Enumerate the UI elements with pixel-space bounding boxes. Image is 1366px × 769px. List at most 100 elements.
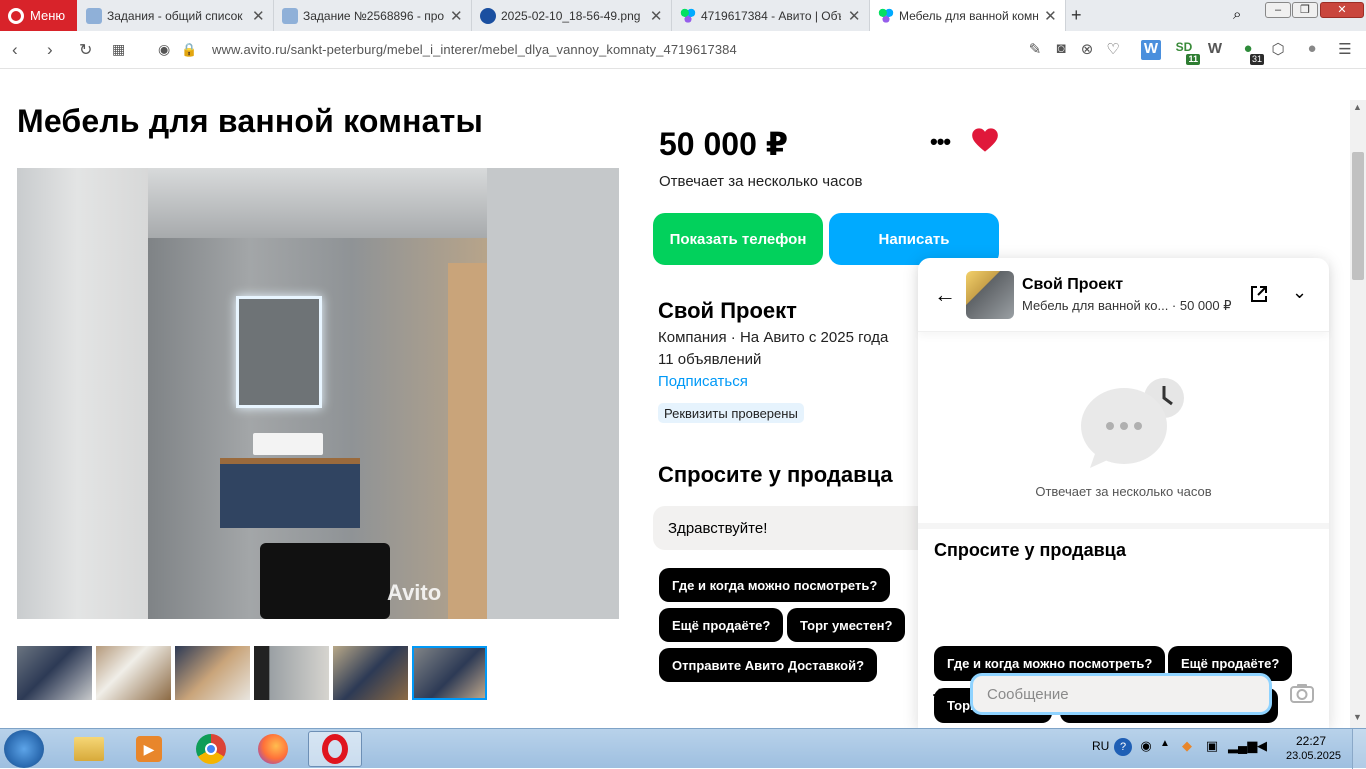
- chat-item-info: Мебель для ванной ко... · 50 000 ₽: [1022, 298, 1232, 313]
- favorite-heart-icon[interactable]: [971, 127, 999, 153]
- language-indicator[interactable]: RU: [1092, 739, 1109, 753]
- photo-thumbnail[interactable]: [254, 646, 329, 700]
- new-tab-button[interactable]: +: [1071, 5, 1082, 26]
- back-arrow-icon[interactable]: ←: [934, 282, 956, 308]
- back-icon[interactable]: ‹: [12, 40, 18, 60]
- calendar-icon[interactable]: ● 31: [1238, 40, 1264, 65]
- clock-date[interactable]: 23.05.2025: [1286, 750, 1341, 762]
- adblock-icon[interactable]: ⊗: [1077, 40, 1097, 60]
- message-input[interactable]: Здравствуйте!: [653, 506, 933, 550]
- url-field[interactable]: www.avito.ru/sankt-peterburg/mebel_i_int…: [212, 42, 737, 57]
- sp-favicon-icon: [86, 7, 102, 24]
- start-button[interactable]: [4, 730, 44, 768]
- media-icon: ▶: [136, 736, 162, 762]
- tab-grid-icon[interactable]: ▦: [112, 41, 125, 58]
- tab-close-icon[interactable]: ✕: [252, 7, 265, 25]
- minimize-button[interactable]: –: [1265, 2, 1291, 18]
- quick-question-chip[interactable]: Где и когда можно посмотреть?: [659, 568, 891, 602]
- seller-ads-count[interactable]: 11 объявлений: [658, 351, 761, 368]
- main-photo[interactable]: Avito: [17, 168, 619, 619]
- page-scrollbar[interactable]: ▲ ▼: [1350, 100, 1366, 728]
- avito-watermark: Avito: [387, 580, 442, 605]
- scroll-up-icon[interactable]: ▲: [1353, 102, 1362, 112]
- response-time: Отвечает за несколько часов: [659, 173, 863, 190]
- seller-meta: Компания · На Авито с 2025 года: [658, 329, 889, 346]
- tab-close-icon[interactable]: ✕: [649, 7, 663, 25]
- maximize-button[interactable]: ❐: [1292, 2, 1318, 18]
- help-icon[interactable]: ?: [1114, 738, 1132, 756]
- photo-thumbnail[interactable]: [175, 646, 250, 700]
- chat-widget: ← Свой Проект Мебель для ванной ко... · …: [918, 258, 1329, 728]
- subscribe-link[interactable]: Подписаться: [658, 373, 748, 390]
- opera-taskbar-icon[interactable]: [308, 731, 362, 767]
- forward-icon[interactable]: ›: [47, 40, 53, 60]
- chat-ask-title: Спросите у продавца: [934, 540, 1126, 560]
- easy-setup-icon[interactable]: ☰: [1335, 40, 1355, 60]
- chrome-taskbar-icon[interactable]: [184, 731, 238, 767]
- avito-favicon-icon: [680, 7, 696, 24]
- explorer-taskbar-icon[interactable]: [62, 731, 116, 767]
- location-icon[interactable]: ◉: [158, 41, 170, 58]
- tab-task-2568896[interactable]: Задание №2568896 - прос ✕: [274, 0, 472, 31]
- attach-plus-icon[interactable]: +: [932, 680, 947, 711]
- cube-icon[interactable]: ⬡: [1268, 40, 1288, 60]
- tray-app-icon[interactable]: ◉: [1137, 738, 1155, 756]
- photo-thumbnail[interactable]: [333, 646, 408, 700]
- browser-menu-button[interactable]: Меню: [0, 0, 77, 31]
- reload-icon[interactable]: ↻: [79, 40, 92, 60]
- quick-question-chip[interactable]: Ещё продаёте?: [659, 608, 784, 642]
- volume-icon[interactable]: ◀: [1253, 738, 1271, 756]
- show-desktop-button[interactable]: [1352, 729, 1366, 769]
- clock-time[interactable]: 22:27: [1296, 734, 1326, 748]
- show-hidden-icons-icon[interactable]: ▲: [1156, 738, 1174, 756]
- chat-message-input[interactable]: Сообщение: [970, 673, 1272, 715]
- camera-icon[interactable]: ◙: [1051, 40, 1071, 60]
- tab-search-icon[interactable]: ⌕: [1233, 6, 1241, 23]
- lock-icon[interactable]: 🔒: [181, 42, 197, 58]
- edit-icon[interactable]: ✎: [1025, 40, 1045, 60]
- photo-thumbnail-selected[interactable]: [412, 646, 487, 700]
- show-phone-button[interactable]: Показать телефон: [653, 213, 823, 265]
- tab-screenshot-png[interactable]: 2025-02-10_18-56-49.png - ✕: [472, 0, 672, 31]
- quick-question-chip[interactable]: Торг уместен?: [787, 608, 906, 642]
- tab-close-icon[interactable]: ✕: [847, 7, 861, 25]
- word-icon[interactable]: W: [1141, 40, 1161, 60]
- seller-name[interactable]: Свой Проект: [658, 298, 797, 324]
- tray-device-icon[interactable]: ▣: [1203, 738, 1221, 756]
- photo-thumbnail[interactable]: [17, 646, 92, 700]
- heart-icon[interactable]: ♡: [1103, 40, 1123, 60]
- chat-bubble-icon: [1081, 378, 1184, 468]
- price: 50 000 ₽: [659, 126, 789, 162]
- tab-title: 4719617384 - Авито | Объ: [701, 8, 842, 23]
- tab-close-icon[interactable]: ✕: [1044, 7, 1057, 25]
- more-options-icon[interactable]: •••: [930, 129, 951, 155]
- profile-icon[interactable]: ●: [1302, 40, 1322, 60]
- open-external-icon[interactable]: [1249, 284, 1269, 304]
- tab-tasks-list[interactable]: Задания - общий список з ✕: [78, 0, 274, 31]
- camera-icon[interactable]: [1290, 683, 1314, 703]
- windows-taskbar: ▶ RU ? ◉ ▲ ◆ ▣ ▂▄▆ ◀ 22:27 23.05.2025: [0, 728, 1366, 769]
- page-title: Мебель для ванной комнаты: [17, 103, 484, 139]
- menu-label: Меню: [30, 8, 66, 23]
- tab-title: Мебель для ванной комна: [899, 8, 1038, 23]
- avito-favicon-icon: [878, 7, 894, 24]
- sd-icon[interactable]: SD 11: [1174, 40, 1200, 65]
- media-player-taskbar-icon[interactable]: ▶: [122, 731, 176, 767]
- tab-avito-4719617384[interactable]: 4719617384 - Авито | Объ ✕: [672, 0, 870, 31]
- scroll-down-icon[interactable]: ▼: [1353, 712, 1362, 722]
- photo-thumbnail[interactable]: [96, 646, 171, 700]
- close-window-button[interactable]: ✕: [1320, 2, 1364, 18]
- tab-close-icon[interactable]: ✕: [450, 7, 463, 25]
- w-icon[interactable]: W: [1205, 40, 1225, 60]
- address-bar: ‹ › ↻ ▦ ◉ 🔒 www.avito.ru/sankt-peterburg…: [0, 31, 1366, 69]
- chat-item-thumbnail: [966, 271, 1014, 319]
- tab-bathroom-furniture[interactable]: Мебель для ванной комна ✕: [870, 0, 1066, 31]
- tab-title: 2025-02-10_18-56-49.png -: [501, 8, 644, 23]
- quick-question-chip[interactable]: Отправите Авито Доставкой?: [659, 648, 878, 682]
- chevron-down-icon[interactable]: ⌄: [1292, 282, 1307, 303]
- firefox-taskbar-icon[interactable]: [246, 731, 300, 767]
- tray-app-icon[interactable]: ◆: [1178, 738, 1196, 756]
- ask-seller-title: Спросите у продавца: [658, 462, 893, 487]
- scroll-thumb[interactable]: [1352, 152, 1364, 280]
- network-icon[interactable]: ▂▄▆: [1228, 738, 1257, 756]
